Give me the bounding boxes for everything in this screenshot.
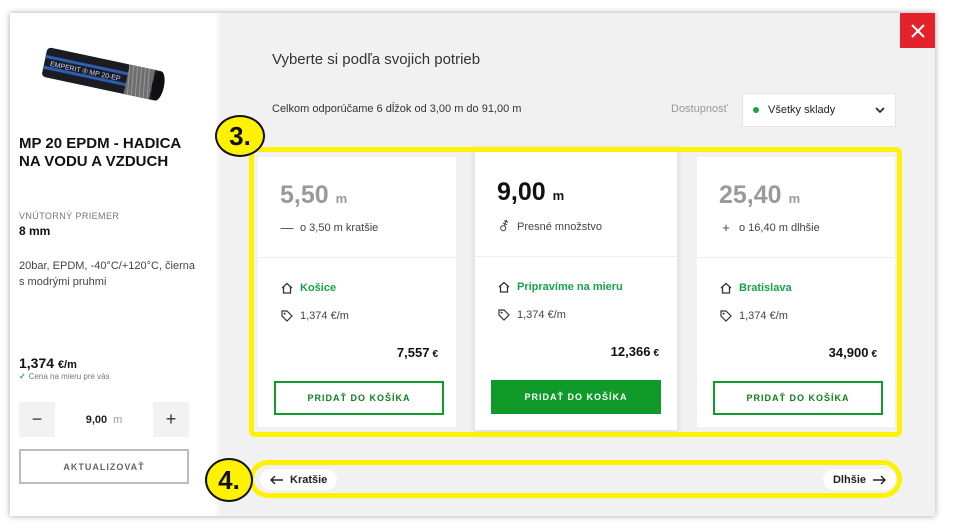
step-badge-4: 4. [205, 458, 253, 502]
unit-price-value: 1,374 [19, 355, 55, 371]
close-button[interactable] [900, 13, 935, 48]
availability-label: Dostupnosť [671, 103, 728, 115]
shorter-label: Kratšie [290, 473, 328, 486]
panel-heading: Vyberte si podľa svojich potrieb [272, 51, 481, 68]
shorter-button[interactable]: Kratšie [260, 469, 338, 490]
length-pager: Kratšie Dlhšie [258, 469, 898, 490]
arrow-left-icon [270, 475, 283, 484]
product-name: MP 20 EPDM - HADICA NA VODU A VZDUCH [19, 135, 181, 170]
arrow-right-icon [873, 475, 886, 484]
quantity-value: 9,00 [85, 413, 108, 426]
update-button[interactable]: AKTUALIZOVAŤ [19, 449, 189, 484]
inner-diameter-label: VNÚTORNÝ PRIEMER [19, 211, 120, 221]
availability-select[interactable]: Všetky sklady [742, 93, 896, 127]
availability-value: Všetky sklady [768, 104, 836, 116]
hose-product-image: EMPERIT ® MP 20-EP [42, 47, 165, 101]
highlight-box-cards [249, 147, 902, 437]
close-icon [910, 23, 925, 38]
longer-label: Dlhšie [832, 473, 866, 486]
price-note-text: Cena na mieru pre vás [28, 372, 110, 381]
inner-diameter-value: 8 mm [19, 224, 51, 238]
increase-button[interactable]: + [153, 402, 189, 437]
quantity-input[interactable]: 9,00 m [55, 402, 153, 437]
quantity-unit: m [113, 413, 123, 426]
chevron-down-icon [875, 107, 885, 113]
decrease-button[interactable]: − [19, 402, 55, 437]
check-icon: ✓ [19, 372, 26, 381]
quantity-stepper: − 9,00 m + [19, 402, 189, 437]
product-description: 20bar, EPDM, -40°C/+120°C, čierna s modr… [19, 260, 196, 288]
step-badge-3: 3. [215, 115, 265, 157]
longer-button[interactable]: Dlhšie [822, 469, 896, 490]
recommendation-text: Celkom odporúčame 6 dĺžok od 3,00 m do 9… [272, 103, 522, 115]
unit-price-suffix: €/m [57, 359, 77, 371]
status-dot-icon [753, 107, 759, 113]
unit-price: 1,374 €/m [19, 355, 77, 371]
price-note: ✓ Cena na mieru pre vás [19, 372, 110, 381]
